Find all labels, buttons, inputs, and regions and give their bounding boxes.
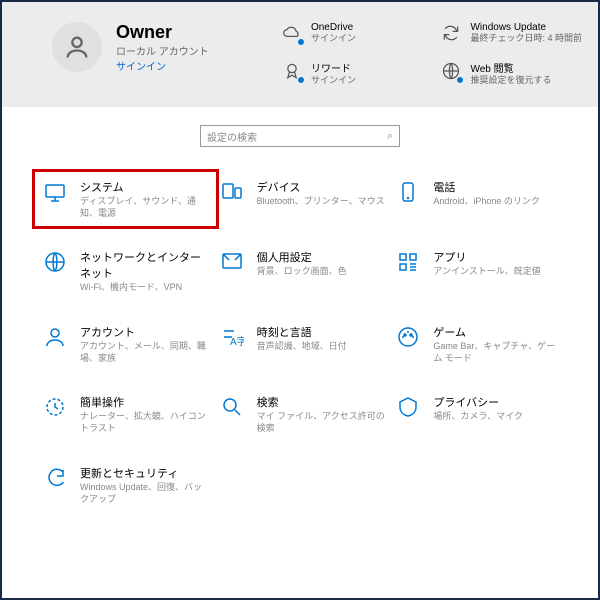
category-personalization[interactable]: 個人用設定背景、ロック画面、色 <box>219 249 386 294</box>
svg-text:A字: A字 <box>230 335 244 348</box>
status-desc: 最終チェック日時: 4 時間前 <box>470 33 582 44</box>
category-desc: Bluetooth、プリンター、マウス <box>257 196 385 208</box>
category-search[interactable]: 検索マイ ファイル、アクセス許可の検索 <box>219 394 386 434</box>
category-ease-of-access[interactable]: 簡単操作ナレーター、拡大鏡、ハイコントラスト <box>42 394 209 434</box>
category-title: ネットワークとインターネット <box>80 249 209 281</box>
category-desc: Windows Update、回復、バックアップ <box>80 482 209 505</box>
category-gaming[interactable]: ゲームGame Bar、キャプチャ、ゲーム モード <box>395 324 562 364</box>
category-title: アカウント <box>80 324 209 340</box>
category-desc: アンインストール、既定値 <box>433 266 540 278</box>
devices-icon <box>219 179 245 205</box>
system-icon <box>42 179 68 205</box>
time-language-icon: A字 <box>219 324 245 350</box>
category-desc: Wi-Fi、機内モード、VPN <box>80 282 209 294</box>
signin-link[interactable]: サインイン <box>116 58 209 73</box>
status-title: Windows Update <box>470 22 582 33</box>
category-desc: 背景、ロック画面、色 <box>257 266 347 278</box>
network-icon <box>42 249 68 275</box>
category-desc: マイ ファイル、アクセス許可の検索 <box>257 411 386 434</box>
category-title: 個人用設定 <box>257 249 347 265</box>
update-security-icon <box>42 465 68 491</box>
status-desc: サインイン <box>311 75 356 86</box>
status-desc: 推奨設定を復元する <box>470 75 551 86</box>
sync-icon <box>440 22 462 44</box>
accounts-icon <box>42 324 68 350</box>
status-desc: サインイン <box>311 33 356 44</box>
status-rewards[interactable]: リワード サインイン <box>281 60 423 95</box>
status-windows-update[interactable]: Windows Update 最終チェック日時: 4 時間前 <box>440 22 582 54</box>
status-web[interactable]: Web 閲覧 推奨設定を復元する <box>440 60 582 95</box>
category-title: アプリ <box>433 249 540 265</box>
category-title: 簡単操作 <box>80 394 209 410</box>
user-info: Owner ローカル アカウント サインイン <box>116 22 209 73</box>
category-network[interactable]: ネットワークとインターネットWi-Fi、機内モード、VPN <box>42 249 209 294</box>
category-title: ゲーム <box>433 324 562 340</box>
category-desc: ディスプレイ、サウンド、通知、電源 <box>80 196 209 219</box>
category-grid: システムディスプレイ、サウンド、通知、電源デバイスBluetooth、プリンター… <box>2 159 598 525</box>
category-desc: アカウント、メール、同期、職場、家族 <box>80 341 209 364</box>
ease-of-access-icon <box>42 394 68 420</box>
status-cards: OneDrive サインイン Windows Update 最終チェック日時: … <box>281 22 582 95</box>
gaming-icon <box>395 324 421 350</box>
search-row: 設定の検索 ⌕ <box>2 107 598 159</box>
user-icon <box>63 33 91 61</box>
user-section: Owner ローカル アカウント サインイン <box>52 22 281 95</box>
category-title: デバイス <box>257 179 385 195</box>
search-input[interactable]: 設定の検索 ⌕ <box>200 125 400 147</box>
personalization-icon <box>219 249 245 275</box>
category-phone[interactable]: 電話Android、iPhone のリンク <box>395 179 562 219</box>
category-desc: Android、iPhone のリンク <box>433 196 540 208</box>
search-icon <box>219 394 245 420</box>
category-desc: ナレーター、拡大鏡、ハイコントラスト <box>80 411 209 434</box>
user-name: Owner <box>116 22 209 43</box>
category-title: システム <box>80 179 209 195</box>
status-onedrive[interactable]: OneDrive サインイン <box>281 22 423 54</box>
category-devices[interactable]: デバイスBluetooth、プリンター、マウス <box>219 179 386 219</box>
category-desc: Game Bar、キャプチャ、ゲーム モード <box>433 341 562 364</box>
cloud-icon <box>281 22 303 44</box>
account-type: ローカル アカウント <box>116 43 209 58</box>
category-time-language[interactable]: A字時刻と言語音声認識、地域、日付 <box>219 324 386 364</box>
category-privacy[interactable]: プライバシー場所、カメラ、マイク <box>395 394 562 434</box>
status-title: OneDrive <box>311 22 356 33</box>
category-system[interactable]: システムディスプレイ、サウンド、通知、電源 <box>32 169 219 229</box>
globe-icon <box>440 60 462 82</box>
category-desc: 場所、カメラ、マイク <box>433 411 523 423</box>
header: Owner ローカル アカウント サインイン OneDrive サインイン Wi… <box>2 2 598 107</box>
rewards-icon <box>281 60 303 82</box>
category-title: 時刻と言語 <box>257 324 347 340</box>
phone-icon <box>395 179 421 205</box>
category-title: 検索 <box>257 394 386 410</box>
category-desc: 音声認識、地域、日付 <box>257 341 347 353</box>
apps-icon <box>395 249 421 275</box>
category-title: プライバシー <box>433 394 523 410</box>
search-placeholder: 設定の検索 <box>207 129 257 144</box>
category-title: 更新とセキュリティ <box>80 465 209 481</box>
search-icon: ⌕ <box>387 130 393 143</box>
category-title: 電話 <box>433 179 540 195</box>
status-title: Web 閲覧 <box>470 60 551 75</box>
avatar[interactable] <box>52 22 102 72</box>
category-accounts[interactable]: アカウントアカウント、メール、同期、職場、家族 <box>42 324 209 364</box>
privacy-icon <box>395 394 421 420</box>
category-apps[interactable]: アプリアンインストール、既定値 <box>395 249 562 294</box>
category-update-security[interactable]: 更新とセキュリティWindows Update、回復、バックアップ <box>42 465 209 505</box>
status-title: リワード <box>311 60 356 75</box>
